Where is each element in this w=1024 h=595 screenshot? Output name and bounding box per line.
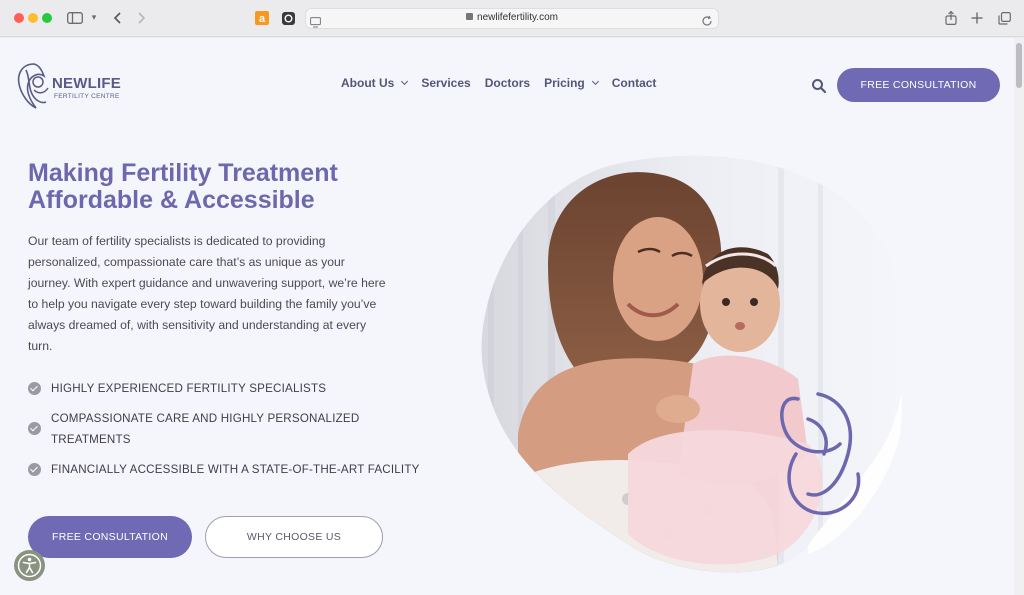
main-nav: About Us Services Doctors Pricing Contac… xyxy=(341,76,656,90)
nav-item-label: Doctors xyxy=(484,76,531,90)
check-circle-icon xyxy=(28,463,41,476)
scrollbar-thumb[interactable] xyxy=(1016,43,1022,88)
feature-list: HIGHLY EXPERIENCED FERTILITY SPECIALISTS… xyxy=(28,378,428,480)
list-item: FINANCIALLY ACCESSIBLE WITH A STATE-OF-T… xyxy=(28,459,428,480)
accessibility-icon xyxy=(17,553,42,578)
close-window-button[interactable] xyxy=(14,13,24,23)
logo-mark-icon xyxy=(17,63,49,109)
sidebar-icon[interactable] xyxy=(66,8,84,28)
reload-icon[interactable] xyxy=(701,12,713,31)
lock-icon xyxy=(466,13,474,20)
nav-item-doctors[interactable]: Doctors xyxy=(485,76,530,90)
back-icon[interactable] xyxy=(110,8,124,28)
list-item: COMPASSIONATE CARE AND HIGHLY PERSONALIZ… xyxy=(28,408,428,450)
hero-title-line-2: Affordable & Accessible xyxy=(28,186,315,214)
feature-text: FINANCIALLY ACCESSIBLE WITH A STATE-OF-T… xyxy=(51,463,420,476)
svg-text:a: a xyxy=(259,13,266,25)
browser-toolbar: ▾ a newlifefertility.com xyxy=(0,0,1024,37)
nav-item-label: Pricing xyxy=(544,76,585,90)
nav-item-services[interactable]: Services xyxy=(421,76,470,90)
amazon-icon[interactable]: a xyxy=(255,8,269,28)
new-tab-icon[interactable] xyxy=(970,8,984,28)
hero-title: Making Fertility Treatment Affordable & … xyxy=(28,160,448,214)
webpage: NEWLIFE FERTILITY CENTRE About Us Servic… xyxy=(0,38,1014,595)
url-text: newlifefertility.com xyxy=(306,12,718,23)
nav-item-label: Contact xyxy=(611,76,657,90)
hero-photo xyxy=(478,154,910,576)
check-circle-icon xyxy=(28,422,41,435)
sidebar-dropdown-icon[interactable]: ▾ xyxy=(89,8,99,28)
search-icon[interactable] xyxy=(811,78,827,94)
forward-icon[interactable] xyxy=(135,8,149,28)
chevron-down-icon xyxy=(401,77,409,86)
nav-item-label: Services xyxy=(421,76,471,90)
free-consultation-button[interactable]: FREE CONSULTATION xyxy=(28,516,192,558)
check-circle-icon xyxy=(28,382,41,395)
free-consultation-button-header[interactable]: FREE CONSULTATION xyxy=(837,68,1000,102)
hero-title-line-1: Making Fertility Treatment xyxy=(28,159,338,187)
hero-description: Our team of fertility specialists is ded… xyxy=(28,234,386,353)
feature-text: COMPASSIONATE CARE AND HIGHLY PERSONALIZ… xyxy=(51,412,360,446)
share-icon[interactable] xyxy=(944,8,958,28)
why-choose-us-button[interactable]: WHY CHOOSE US xyxy=(205,516,383,558)
accessibility-button[interactable] xyxy=(14,550,45,581)
nav-item-label: About Us xyxy=(341,76,395,90)
minimize-window-button[interactable] xyxy=(28,13,38,23)
address-bar[interactable]: newlifefertility.com xyxy=(305,8,719,29)
nav-item-about-us[interactable]: About Us xyxy=(341,76,409,90)
site-logo[interactable]: NEWLIFE FERTILITY CENTRE xyxy=(14,60,124,112)
logo-subtitle: FERTILITY CENTRE xyxy=(54,93,120,100)
nav-item-pricing[interactable]: Pricing xyxy=(544,76,599,90)
nav-item-contact[interactable]: Contact xyxy=(612,76,657,90)
extension-icon[interactable] xyxy=(281,8,295,28)
feature-text: HIGHLY EXPERIENCED FERTILITY SPECIALISTS xyxy=(51,382,327,395)
zoom-window-button[interactable] xyxy=(42,13,52,23)
page-scrollbar[interactable] xyxy=(1014,38,1024,595)
list-item: HIGHLY EXPERIENCED FERTILITY SPECIALISTS xyxy=(28,378,428,399)
tabs-icon[interactable] xyxy=(997,8,1011,28)
logo-brand: NEWLIFE xyxy=(52,75,121,92)
chevron-down-icon xyxy=(591,77,599,86)
